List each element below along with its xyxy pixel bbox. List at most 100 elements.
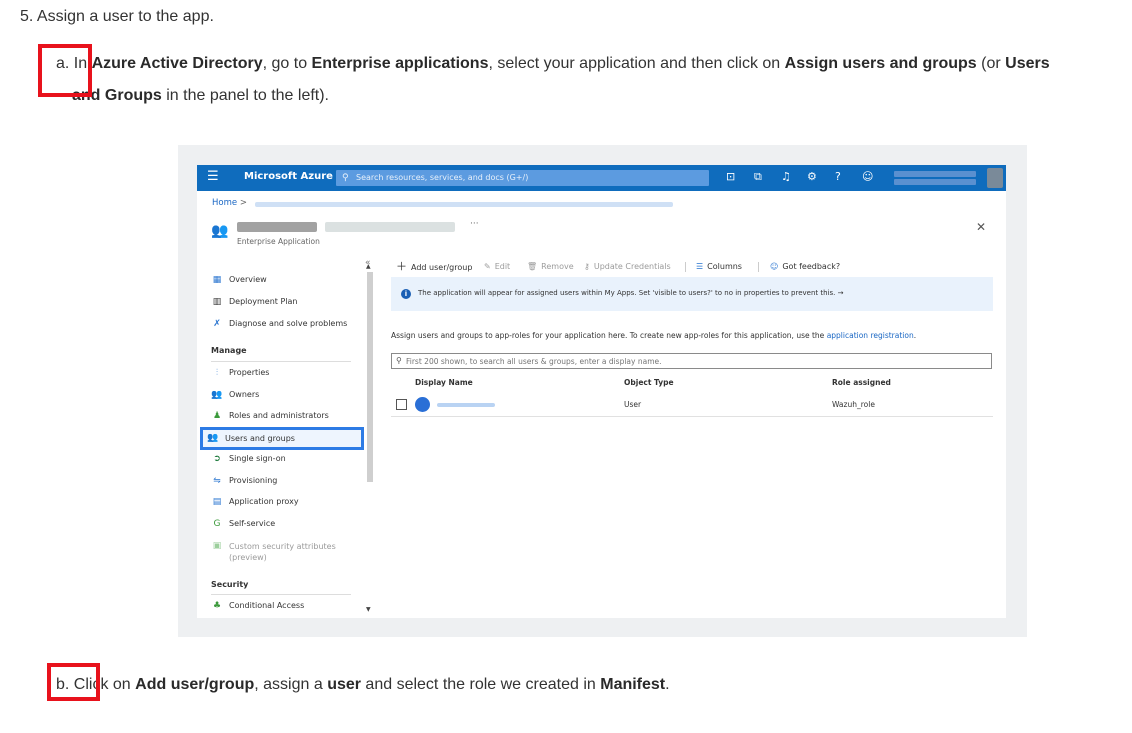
step-a-text1: , go to (262, 55, 312, 72)
page-subtitle: Enterprise Application (237, 237, 320, 246)
sidebar-item-label: Overview (229, 275, 267, 284)
feedback-icon[interactable]: ☺ (862, 170, 873, 183)
step-b-text2: and select the role we created in (360, 676, 601, 693)
hamburger-menu-icon[interactable]: ☰ (207, 169, 219, 184)
sidebar-item-application-proxy[interactable]: ▤ Application proxy (207, 492, 357, 512)
sidebar-item-label: Users and groups (225, 434, 295, 443)
sidebar-item-users-and-groups[interactable]: 👥 Users and groups (200, 427, 364, 450)
breadcrumb-separator: > (239, 198, 247, 208)
column-header-object-type[interactable]: Object Type (624, 378, 674, 387)
step-5-text: 5. Assign a user to the app. (20, 8, 214, 25)
feedback-label: Got feedback? (782, 262, 841, 271)
bell-icon[interactable]: ♫ (781, 170, 791, 183)
global-search-input[interactable]: ⚲ Search resources, services, and docs (… (336, 170, 709, 186)
sidebar-item-provisioning[interactable]: ⇋ Provisioning (207, 471, 357, 491)
help-icon[interactable]: ? (835, 170, 841, 183)
sidebar-item-label: Self-service (229, 519, 276, 528)
columns-icon: ☰ (696, 262, 704, 271)
table-row[interactable]: User Wazuh_role (391, 394, 993, 417)
breadcrumb-redacted (255, 202, 673, 207)
assign-description: Assign users and groups to app-roles for… (391, 331, 916, 340)
manifest-label: Manifest (600, 676, 666, 693)
scroll-up-arrow-icon[interactable]: ▲ (366, 263, 371, 270)
sidebar-item-roles[interactable]: ♟ Roles and administrators (207, 406, 357, 426)
row-checkbox[interactable] (396, 399, 407, 410)
step-b-text3: . (665, 676, 670, 693)
enterprise-apps-label: Enterprise applications (311, 55, 489, 72)
feedback-button[interactable]: ☺ Got feedback? (770, 260, 840, 274)
assign-description-end: . (913, 331, 917, 340)
highlight-box-a (38, 44, 92, 97)
info-banner[interactable]: i The application will appear for assign… (391, 277, 993, 311)
sidebar-item-overview[interactable]: ▦ Overview (207, 270, 357, 290)
application-registration-link[interactable]: application registration (827, 331, 914, 340)
separator (758, 262, 759, 272)
role-assigned-cell: Wazuh_role (832, 400, 875, 409)
avatar (415, 397, 430, 412)
page-title-redacted (237, 222, 317, 232)
gear-icon[interactable]: ⚙ (807, 170, 817, 183)
sidebar-item-label: Conditional Access (229, 601, 305, 610)
brand-title[interactable]: Microsoft Azure (244, 171, 333, 182)
add-user-group-label: Add user/group (135, 676, 255, 693)
cloud-shell-icon[interactable]: ⊡ (726, 170, 735, 183)
info-banner-text: The application will appear for assigned… (418, 289, 844, 297)
user-search-input[interactable] (406, 355, 976, 367)
users-label: Users (1005, 55, 1050, 72)
step-a-text2: , select your application and then click… (488, 55, 785, 72)
info-icon: i (401, 289, 411, 299)
sidebar-item-label: Owners (229, 390, 260, 399)
wrench-icon: ✗ (213, 319, 221, 329)
account-info-redacted[interactable] (894, 169, 976, 187)
feedback-icon: ☺ (770, 262, 779, 271)
edit-button[interactable]: ✎ Edit (484, 260, 510, 274)
sidebar-item-owners[interactable]: 👥 Owners (207, 385, 357, 405)
sidebar-item-single-sign-on[interactable]: ➲ Single sign-on (207, 449, 357, 469)
sidebar-item-conditional-access[interactable]: ♣ Conditional Access (207, 596, 357, 616)
avatar[interactable] (987, 168, 1003, 188)
edit-label: Edit (494, 262, 511, 271)
sidebar-item-diagnose[interactable]: ✗ Diagnose and solve problems (207, 314, 357, 334)
sidebar-item-properties[interactable]: ⫶ Properties (207, 363, 357, 383)
sidebar-item-label: Single sign-on (229, 454, 286, 463)
add-user-group-button[interactable]: ＋ Add user/group (396, 260, 472, 275)
step-b-text: b. Click on Add user/group, assign a use… (56, 674, 670, 696)
azure-portal-screenshot: ☰ Microsoft Azure ⚲ Search resources, se… (197, 165, 1006, 618)
remove-button[interactable]: 🗑 Remove (527, 260, 574, 274)
close-icon[interactable]: ✕ (976, 220, 986, 234)
column-header-role-assigned[interactable]: Role assigned (832, 378, 891, 387)
column-header-display-name[interactable]: Display Name (415, 378, 473, 387)
key-icon: ⚷ (584, 262, 590, 271)
columns-button[interactable]: ☰ Columns (696, 260, 742, 274)
top-bar: ☰ Microsoft Azure ⚲ Search resources, se… (197, 165, 1006, 191)
sidebar-scrollbar[interactable] (367, 272, 373, 482)
page-subtitle-redacted (325, 222, 455, 232)
users-groups-icon: 👥 (211, 223, 229, 239)
trash-icon: 🗑 (527, 262, 538, 271)
plus-icon: ＋ (396, 260, 407, 273)
more-options-icon[interactable]: ··· (470, 219, 479, 229)
owners-icon: 👥 (211, 390, 223, 400)
sidebar-item-label: Roles and administrators (229, 411, 329, 420)
user-search-field[interactable]: ⚲ (391, 353, 992, 369)
users-icon: 👥 (207, 433, 219, 443)
display-name-redacted[interactable] (437, 403, 495, 407)
azure-ad-label: Azure Active Directory (91, 55, 263, 72)
breadcrumb-home[interactable]: Home (212, 198, 237, 208)
search-icon: ⚲ (342, 173, 349, 183)
directory-filter-icon[interactable]: ⧉ (754, 170, 762, 184)
columns-label: Columns (707, 262, 742, 271)
breadcrumb: Home > (212, 198, 247, 208)
security-heading: Security (211, 580, 249, 589)
search-icon: ⚲ (396, 356, 402, 365)
remove-label: Remove (541, 262, 574, 271)
update-credentials-button[interactable]: ⚷ Update Credentials (584, 260, 671, 274)
provisioning-icon: ⇋ (213, 476, 221, 486)
sidebar-item-custom-security-attributes[interactable]: ▣ Custom security attributes (preview) (207, 541, 357, 563)
sidebar-item-self-service[interactable]: G Self-service (207, 514, 357, 534)
global-search-placeholder: Search resources, services, and docs (G+… (356, 173, 529, 182)
scroll-down-arrow-icon[interactable]: ▼ (366, 606, 371, 613)
sidebar-item-label: Application proxy (229, 497, 299, 506)
proxy-icon: ▤ (212, 497, 222, 507)
sidebar-item-deployment-plan[interactable]: ▥ Deployment Plan (207, 292, 357, 312)
